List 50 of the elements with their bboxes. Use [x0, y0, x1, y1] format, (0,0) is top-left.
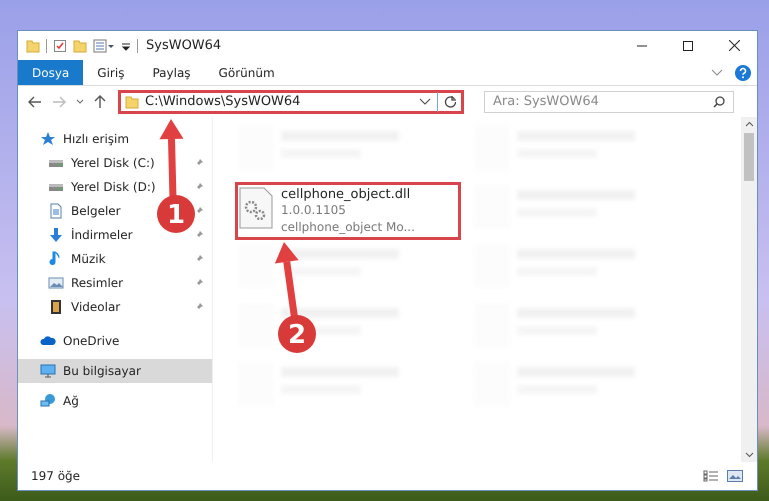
scrollbar[interactable]: [741, 117, 757, 462]
ribbon-tab[interactable]: Paylaş: [138, 60, 205, 85]
gear-file-icon: [239, 187, 273, 229]
picture-icon: [48, 275, 64, 291]
sidebar-item[interactable]: Hızlı erişim: [40, 127, 130, 151]
step-badge: 2: [278, 315, 316, 353]
sidebar-item[interactable]: İndirmeler: [48, 223, 133, 247]
down-arrow-icon: [48, 227, 64, 243]
file-item[interactable]: cellphone_object.dll 1.0.0.1105 cellphone_object Mo...: [235, 182, 461, 240]
scroll-down-icon[interactable]: [744, 452, 754, 458]
properties-icon[interactable]: [53, 38, 67, 52]
folder-icon: [125, 94, 139, 108]
sidebar-item[interactable]: Ağ: [40, 389, 79, 413]
scroll-up-icon[interactable]: [744, 121, 754, 127]
sidebar-item[interactable]: OneDrive: [40, 329, 120, 353]
refresh-icon[interactable]: [444, 95, 457, 108]
ribbon-tab[interactable]: Dosya: [18, 60, 84, 85]
ribbon-tab[interactable]: Görünüm: [204, 60, 289, 85]
search-field[interactable]: Ara: SysWOW64: [484, 90, 734, 112]
sidebar-item[interactable]: Belgeler: [48, 199, 121, 223]
film-icon: [48, 299, 64, 315]
sidebar-item[interactable]: Yerel Disk (C:): [48, 151, 155, 175]
minimize-icon: [637, 44, 647, 46]
maximize-icon: [683, 40, 693, 50]
search-icon[interactable]: [713, 96, 725, 108]
thumbnail-view-icon[interactable]: [727, 470, 743, 482]
address-path: C:\Windows\SysWOW64: [145, 94, 302, 109]
close-icon: [728, 40, 740, 51]
document-icon: [48, 203, 64, 219]
address-bar[interactable]: C:\Windows\SysWOW64: [118, 90, 464, 114]
chevron-down-icon[interactable]: [76, 98, 84, 104]
chevron-down-icon[interactable]: [419, 98, 431, 106]
details-view-icon[interactable]: [703, 470, 719, 482]
sidebar-item[interactable]: Bu bilgisayar: [18, 359, 212, 383]
network-icon: [40, 393, 56, 409]
sidebar-item[interactable]: Videolar: [48, 295, 120, 319]
list-dropdown-icon[interactable]: [93, 38, 115, 52]
step-badge: 1: [157, 195, 195, 233]
window-title: SysWOW64: [146, 38, 222, 53]
sidebar-item[interactable]: Müzik: [48, 247, 106, 271]
scroll-thumb[interactable]: [744, 133, 754, 181]
back-arrow-icon[interactable]: [28, 96, 42, 108]
sidebar-item[interactable]: Yerel Disk (D:): [48, 175, 156, 199]
sidebar-item[interactable]: Resimler: [48, 271, 124, 295]
star-icon: [40, 131, 56, 147]
item-count: 197 öğe: [31, 469, 80, 483]
help-icon[interactable]: [735, 64, 751, 80]
ribbon-tab[interactable]: Giriş: [83, 60, 138, 85]
monitor-icon: [40, 363, 56, 379]
up-arrow-icon[interactable]: [94, 94, 106, 108]
